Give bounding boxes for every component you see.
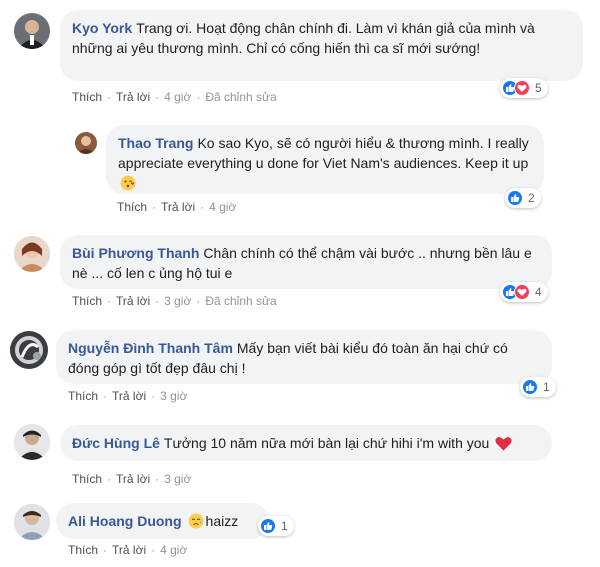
comment-text: Tưởng 10 năm nữa mới bàn lại chứ hihi i'… bbox=[163, 435, 490, 451]
comment-bubble: Ali Hoang Duong haizz bbox=[56, 503, 269, 539]
comment-author[interactable]: Đức Hùng Lê bbox=[72, 435, 160, 451]
comment-actions: Thích · Trả lời · 3 giờ bbox=[68, 389, 187, 403]
avatar[interactable] bbox=[10, 331, 48, 369]
avatar[interactable] bbox=[14, 424, 50, 460]
reaction-count: 4 bbox=[535, 285, 542, 299]
like-link[interactable]: Thích bbox=[72, 472, 102, 486]
comment-actions: Thích · Trả lời · 3 giờ bbox=[72, 472, 191, 486]
comment-author[interactable]: Kyo York bbox=[72, 20, 132, 36]
separator: · bbox=[107, 294, 112, 308]
separator: · bbox=[151, 389, 156, 403]
separator: · bbox=[107, 472, 112, 486]
comment-text: haizz bbox=[205, 513, 239, 529]
comment-time[interactable]: 4 giờ bbox=[160, 543, 187, 557]
comment-author[interactable]: Nguyễn Đình Thanh Tâm bbox=[68, 340, 233, 356]
avatar[interactable] bbox=[14, 236, 50, 272]
comment-bubble: Đức Hùng Lê Tưởng 10 năm nữa mới bàn lại … bbox=[60, 425, 552, 461]
comment-time[interactable]: 4 giờ bbox=[209, 200, 236, 214]
separator: · bbox=[200, 200, 205, 214]
reaction-summary[interactable]: 4 bbox=[500, 282, 548, 302]
comment-time[interactable]: 3 giờ bbox=[164, 294, 191, 308]
reply-link[interactable]: Trả lời bbox=[116, 90, 150, 104]
reply-link[interactable]: Trả lời bbox=[116, 472, 150, 486]
separator: · bbox=[152, 200, 157, 214]
comment-text: Trang ơi. Hoạt động chân chính đi. Làm v… bbox=[72, 20, 535, 56]
love-reaction-icon bbox=[514, 284, 530, 300]
reaction-count: 1 bbox=[543, 380, 550, 394]
comment-actions: Thích · Trả lời · 4 giờ bbox=[117, 200, 236, 214]
reply-link[interactable]: Trả lời bbox=[112, 389, 146, 403]
separator: · bbox=[151, 543, 156, 557]
red-heart-emoji bbox=[495, 436, 512, 456]
comment-time[interactable]: 4 giờ bbox=[164, 90, 191, 104]
separator: · bbox=[196, 294, 201, 308]
like-reaction-icon bbox=[507, 190, 523, 206]
reaction-count: 1 bbox=[281, 519, 288, 533]
like-reaction-icon bbox=[260, 518, 276, 534]
comment-actions: Thích · Trả lời · 4 giờ bbox=[68, 543, 187, 557]
comment-time[interactable]: 3 giờ bbox=[164, 472, 191, 486]
reaction-summary[interactable]: 1 bbox=[520, 377, 556, 397]
reply-link[interactable]: Trả lời bbox=[161, 200, 195, 214]
reply-link[interactable]: Trả lời bbox=[116, 294, 150, 308]
comment-author[interactable]: Bùi Phương Thanh bbox=[72, 245, 199, 261]
edited-label[interactable]: Đã chỉnh sửa bbox=[205, 294, 276, 308]
edited-label[interactable]: Đã chỉnh sửa bbox=[205, 90, 276, 104]
like-link[interactable]: Thích bbox=[68, 389, 98, 403]
separator: · bbox=[103, 389, 108, 403]
comment-bubble: Kyo York Trang ơi. Hoạt động chân chính đ… bbox=[60, 10, 583, 81]
comment-bubble: Thao Trang Ko sao Kyo, sẽ có người hiểu &… bbox=[106, 125, 544, 194]
separator: · bbox=[107, 90, 112, 104]
avatar[interactable] bbox=[14, 504, 50, 540]
comment-author[interactable]: Thao Trang bbox=[118, 135, 193, 151]
love-reaction-icon bbox=[514, 80, 530, 96]
separator: · bbox=[155, 294, 160, 308]
like-link[interactable]: Thích bbox=[72, 90, 102, 104]
avatar[interactable] bbox=[75, 132, 97, 154]
reaction-count: 2 bbox=[528, 191, 535, 205]
kissing-heart-emoji bbox=[120, 175, 136, 196]
separator: · bbox=[196, 90, 201, 104]
sad-face-emoji bbox=[188, 513, 204, 534]
reply-link[interactable]: Trả lời bbox=[112, 543, 146, 557]
avatar[interactable] bbox=[14, 13, 50, 49]
separator: · bbox=[155, 472, 160, 486]
reaction-summary[interactable]: 5 bbox=[500, 78, 548, 98]
separator: · bbox=[103, 543, 108, 557]
like-reaction-icon bbox=[522, 379, 538, 395]
comment-actions: Thích · Trả lời · 3 giờ · Đã chỉnh sửa bbox=[72, 294, 277, 308]
comment-actions: Thích · Trả lời · 4 giờ · Đã chỉnh sửa bbox=[72, 90, 277, 104]
comment-bubble: Bùi Phương Thanh Chân chính có thể chậm v… bbox=[60, 235, 552, 289]
reaction-summary[interactable]: 2 bbox=[505, 188, 541, 208]
comment-bubble: Nguyễn Đình Thanh Tâm Mấy bạn viết bài ki… bbox=[56, 330, 552, 384]
like-link[interactable]: Thích bbox=[72, 294, 102, 308]
like-link[interactable]: Thích bbox=[68, 543, 98, 557]
like-link[interactable]: Thích bbox=[117, 200, 147, 214]
comment-author[interactable]: Ali Hoang Duong bbox=[68, 513, 182, 529]
separator: · bbox=[155, 90, 160, 104]
reaction-count: 5 bbox=[535, 81, 542, 95]
comment-time[interactable]: 3 giờ bbox=[160, 389, 187, 403]
reaction-summary[interactable]: 1 bbox=[258, 516, 294, 536]
